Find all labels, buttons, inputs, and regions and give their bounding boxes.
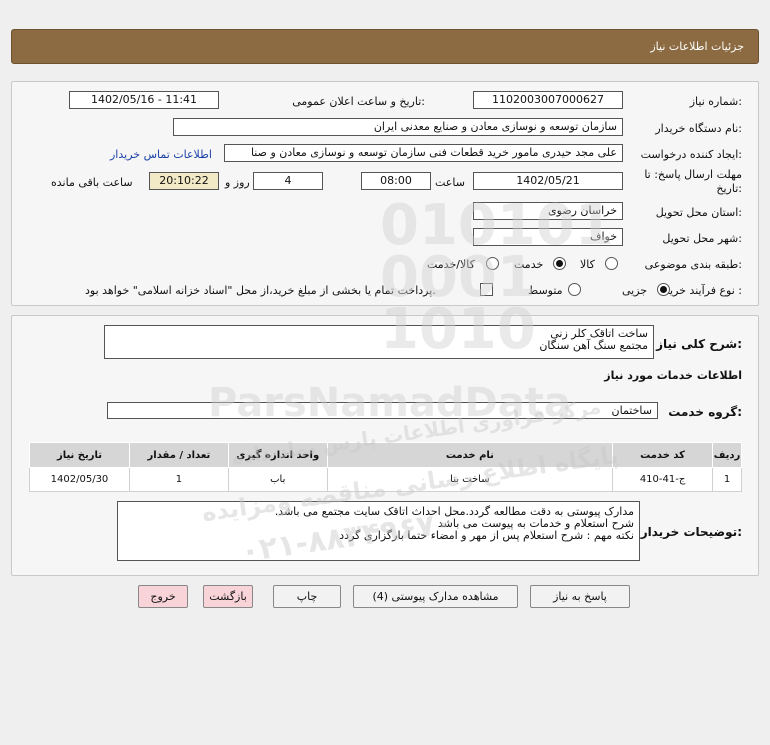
process-medium-radio[interactable]: [568, 283, 581, 296]
buyer-field: سازمان توسعه و نوسازی معادن و صنایع معدن…: [173, 118, 623, 136]
service-group-field: ساختمان: [107, 402, 658, 419]
category-goods-label: کالا: [580, 258, 595, 271]
process-partial-radio[interactable]: [657, 283, 670, 296]
print-button[interactable]: چاپ: [273, 585, 341, 608]
process-partial-label: جزیی: [622, 284, 648, 297]
announce-label: تاریخ و ساعت اعلان عمومی:: [292, 95, 425, 108]
creator-field: علی مجد حیدری مامور خرید قطعات فنی سازما…: [224, 144, 623, 162]
col-qty-header: تعداد / مقدار: [128, 442, 229, 468]
category-service-radio[interactable]: [553, 257, 566, 270]
col-unit-header: واحد اندازه گیری: [227, 442, 328, 468]
exit-button[interactable]: خروج: [138, 585, 188, 608]
back-button[interactable]: بازگشت: [203, 585, 253, 608]
table-row: 1 ج-41-410 ساخت بنا باب 1 1402/05/30: [29, 467, 742, 492]
category-goods-service-radio[interactable]: [486, 257, 499, 270]
need-number-label: شماره نیاز:: [689, 95, 742, 108]
cell-name: ساخت بنا: [326, 467, 614, 492]
col-row-header: ردیف: [712, 442, 742, 468]
process-medium-label: متوسط: [528, 284, 563, 297]
remaining-time-field: 20:10:22: [149, 172, 219, 190]
need-number-field: 1102003007000627: [473, 91, 623, 109]
days-label: روز و: [225, 176, 250, 189]
page-header: جزئیات اطلاعات نیاز: [11, 29, 759, 64]
services-section-title: اطلاعات خدمات مورد نیاز: [604, 369, 742, 382]
table-header-row: ردیف کد خدمت نام خدمت واحد اندازه گیری ت…: [29, 442, 742, 468]
creator-label: ایجاد کننده درخواست:: [640, 148, 742, 161]
deadline-date-field: 1402/05/21: [473, 172, 623, 190]
deadline-time-field: 08:00: [361, 172, 431, 190]
category-label: طبقه بندی موضوعی:: [644, 258, 742, 271]
notes-line3: نکته مهم : شرح استعلام پس از مهر و امضاء…: [339, 529, 634, 542]
cell-row: 1: [712, 467, 742, 492]
treasury-payment-label: پرداخت تمام یا بخشی از مبلغ خرید،از محل …: [85, 284, 436, 297]
province-field: خراسان رضوی: [473, 202, 623, 220]
view-documents-button[interactable]: مشاهده مدارک پیوستی (4): [353, 585, 518, 608]
description-line2: مجتمع سنگ آهن سنگان: [539, 339, 648, 352]
category-goods-radio[interactable]: [605, 257, 618, 270]
province-label: استان محل تحویل:: [655, 206, 742, 219]
buyer-notes-field: مدارک پیوستی به دقت مطالعه گردد.محل احدا…: [117, 501, 640, 561]
description-field: ساخت اتاقک کلر زنی مجتمع سنگ آهن سنگان: [104, 325, 654, 359]
cell-code: ج-41-410: [612, 467, 714, 492]
treasury-payment-checkbox[interactable]: [480, 283, 493, 296]
remaining-label: ساعت باقی مانده: [51, 176, 133, 189]
col-date-header: تاریخ نیاز: [29, 442, 130, 468]
announce-field: 1402/05/16 - 11:41: [69, 91, 219, 109]
deadline-label: مهلت ارسال پاسخ: تا تاریخ:: [644, 168, 742, 195]
deadline-time-label: ساعت: [435, 176, 465, 189]
process-label: نوع فرآیند خرید :: [664, 284, 742, 297]
city-field: خواف: [473, 228, 623, 246]
days-field: 4: [253, 172, 323, 190]
col-name-header: نام خدمت: [326, 442, 614, 468]
cell-date: 1402/05/30: [29, 467, 130, 492]
category-service-label: خدمت: [514, 258, 544, 271]
cell-unit: باب: [227, 467, 328, 492]
service-group-label: گروه خدمت:: [668, 405, 742, 419]
contact-info-link[interactable]: اطلاعات تماس خریدار: [110, 148, 212, 161]
category-goods-service-label: کالا/خدمت: [427, 258, 475, 271]
buyer-notes-label: توضیحات خریدار:: [640, 525, 742, 539]
city-label: شهر محل تحویل:: [662, 232, 742, 245]
description-label: شرح کلی نیاز:: [656, 337, 742, 351]
page-title: جزئیات اطلاعات نیاز: [650, 40, 744, 53]
services-table: ردیف کد خدمت نام خدمت واحد اندازه گیری ت…: [29, 442, 742, 492]
col-code-header: کد خدمت: [612, 442, 714, 468]
respond-button[interactable]: پاسخ به نیاز: [530, 585, 630, 608]
cell-qty: 1: [128, 467, 229, 492]
buyer-label: نام دستگاه خریدار:: [655, 122, 742, 135]
